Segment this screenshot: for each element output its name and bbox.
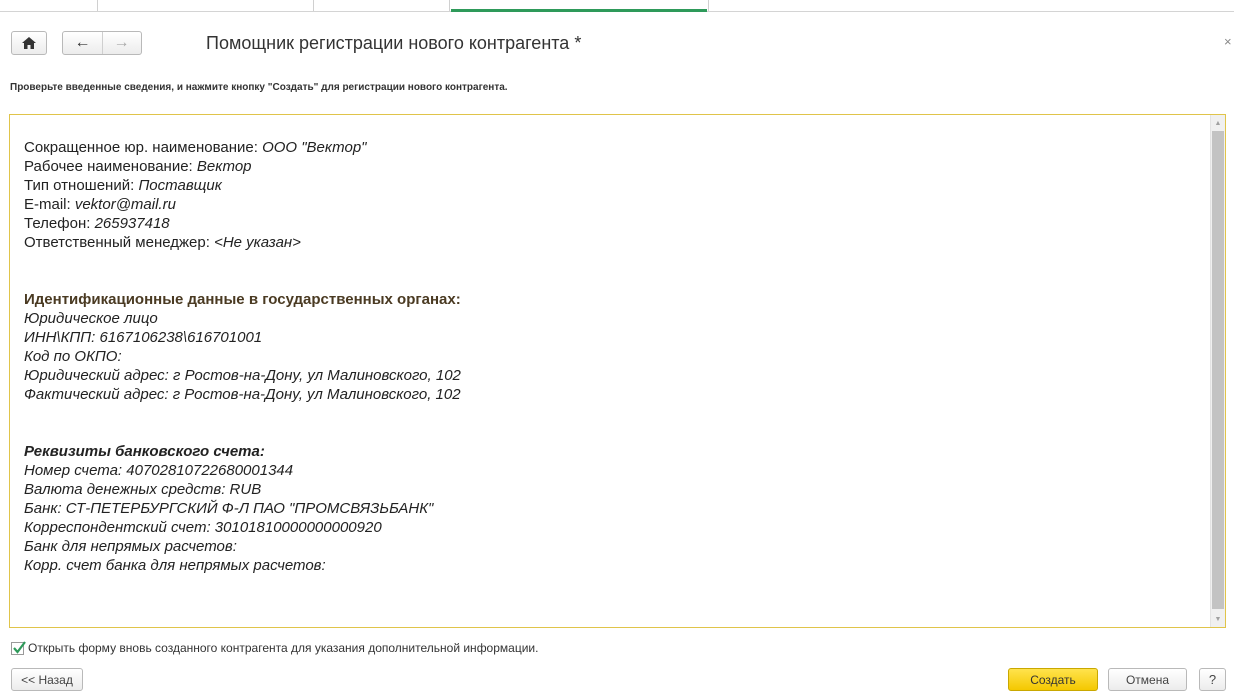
active-tab-indicator[interactable] bbox=[451, 9, 707, 12]
indirect-bank-line: Банк для непрямых расчетов: bbox=[24, 538, 237, 555]
indirect-corr-line: Корр. счет банка для непрямых расчетов: bbox=[24, 557, 326, 574]
close-icon[interactable]: × bbox=[1224, 34, 1232, 49]
tab-divider bbox=[708, 0, 709, 11]
email-value: vektor@mail.ru bbox=[74, 196, 176, 213]
summary-textbox[interactable]: Сокращенное юр. наименование: ООО "Векто… bbox=[9, 114, 1226, 628]
summary-content: Сокращенное юр. наименование: ООО "Векто… bbox=[24, 138, 461, 575]
manager-value: <Не указан> bbox=[214, 234, 301, 251]
back-button[interactable]: ← bbox=[63, 32, 103, 54]
email-line: E-mail: vektor@mail.ru bbox=[24, 195, 461, 214]
checkmark-icon bbox=[13, 640, 26, 654]
id-section-heading: Идентификационные данные в государственн… bbox=[24, 291, 461, 308]
short-name-value: ООО "Вектор" bbox=[262, 139, 367, 156]
scroll-up-icon[interactable]: ▲ bbox=[1211, 115, 1225, 131]
open-form-label[interactable]: Открыть форму вновь созданного контраген… bbox=[28, 641, 538, 655]
arrow-right-icon: → bbox=[113, 34, 130, 51]
account-number-line: Номер счета: 40702810722680001344 bbox=[24, 462, 294, 479]
email-label: E-mail: bbox=[24, 196, 75, 213]
open-form-option: Открыть форму вновь созданного контраген… bbox=[11, 640, 538, 655]
tab-divider bbox=[449, 0, 450, 11]
short-name-label: Сокращенное юр. наименование: bbox=[24, 139, 263, 156]
tab-divider bbox=[97, 0, 98, 11]
manager-label: Ответственный менеджер: bbox=[24, 234, 215, 251]
help-button[interactable]: ? bbox=[1199, 668, 1226, 691]
bank-line: Банк: СТ-ПЕТЕРБУРГСКИЙ Ф-Л ПАО "ПРОМСВЯЗ… bbox=[24, 500, 434, 517]
home-button[interactable] bbox=[11, 31, 47, 55]
relation-value: Поставщик bbox=[138, 177, 222, 194]
tab-strip bbox=[0, 0, 1234, 12]
manager-line: Ответственный менеджер: <Не указан> bbox=[24, 233, 461, 252]
bank-section-heading: Реквизиты банковского счета: bbox=[24, 443, 265, 460]
vertical-scrollbar[interactable]: ▲ ▼ bbox=[1210, 115, 1225, 627]
tab-divider bbox=[313, 0, 314, 11]
legal-entity-line: Юридическое лицо bbox=[24, 310, 158, 327]
work-name-value: Вектор bbox=[196, 158, 252, 175]
scrollbar-thumb[interactable] bbox=[1212, 131, 1224, 609]
actual-address-line: Фактический адрес: г Ростов-на-Дону, ул … bbox=[24, 386, 461, 403]
cancel-button[interactable]: Отмена bbox=[1108, 668, 1187, 691]
home-icon bbox=[12, 32, 46, 54]
phone-line: Телефон: 265937418 bbox=[24, 214, 461, 233]
work-name-label: Рабочее наименование: bbox=[24, 158, 197, 175]
corr-account-line: Корреспондентский счет: 3010181000000000… bbox=[24, 519, 382, 536]
legal-address-line: Юридический адрес: г Ростов-на-Дону, ул … bbox=[24, 367, 461, 384]
phone-value: 265937418 bbox=[94, 215, 170, 232]
short-name-line: Сокращенное юр. наименование: ООО "Векто… bbox=[24, 138, 461, 157]
phone-label: Телефон: bbox=[24, 215, 95, 232]
inn-kpp-line: ИНН\КПП: 6167106238\616701001 bbox=[24, 329, 263, 346]
okpo-line: Код по ОКПО: bbox=[24, 348, 122, 365]
relation-label: Тип отношений: bbox=[24, 177, 139, 194]
history-navigation: ← → bbox=[62, 31, 142, 55]
instruction-text: Проверьте введенные сведения, и нажмите … bbox=[10, 82, 508, 93]
page-title: Помощник регистрации нового контрагента … bbox=[206, 33, 582, 53]
scroll-down-icon[interactable]: ▼ bbox=[1211, 611, 1225, 627]
arrow-left-icon: ← bbox=[74, 34, 91, 51]
create-button[interactable]: Создать bbox=[1008, 668, 1098, 691]
relation-line: Тип отношений: Поставщик bbox=[24, 176, 461, 195]
back-step-button[interactable]: << Назад bbox=[11, 668, 83, 691]
work-name-line: Рабочее наименование: Вектор bbox=[24, 157, 461, 176]
currency-line: Валюта денежных средств: RUB bbox=[24, 481, 262, 498]
open-form-checkbox[interactable] bbox=[11, 640, 26, 655]
forward-button[interactable]: → bbox=[102, 32, 141, 54]
